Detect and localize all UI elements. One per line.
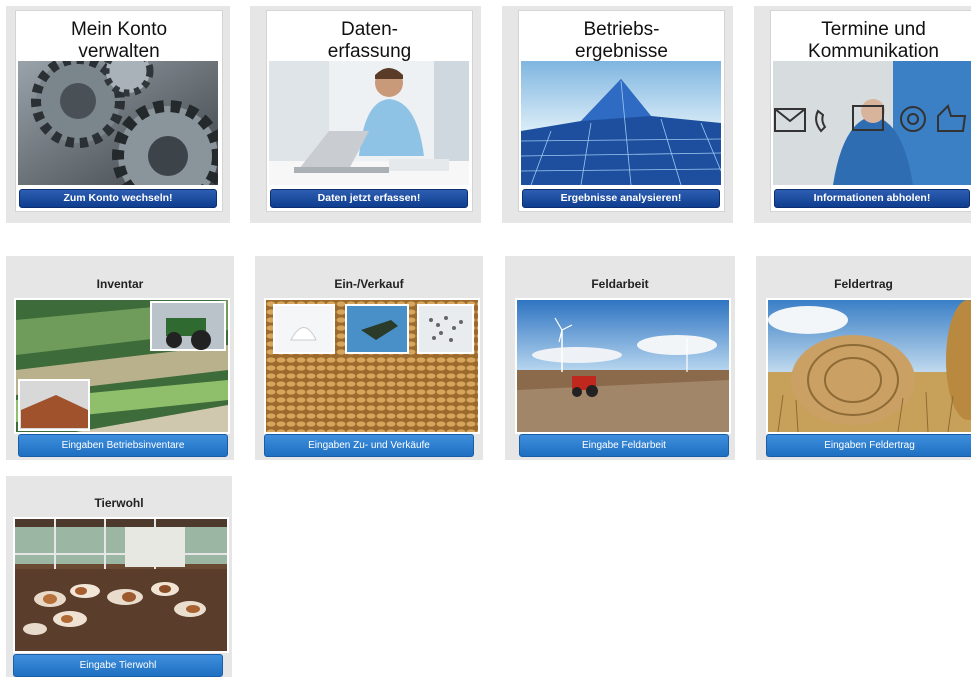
ergebnisse-analysieren-button[interactable]: Ergebnisse analysieren! (522, 189, 720, 208)
tile-betriebsergebnisse: Betriebs- ergebnisse Ergebnisse analysie… (502, 6, 733, 223)
tile-datenerfassung: Daten- erfassung Daten jetzt erfassen! (250, 6, 481, 223)
laptop-man-image (269, 61, 469, 185)
eingaben-betriebsinventare-button[interactable]: Eingaben Betriebsinventare (18, 434, 228, 457)
eingaben-zu-und-verkaeufe-button[interactable]: Eingaben Zu- und Verkäufe (264, 434, 474, 457)
network-mountain-image (521, 61, 721, 185)
tile-termine-kommunikation: Termine und Kommunikation Informationen … (754, 6, 971, 223)
tile-card[interactable]: Termine und Kommunikation Informationen … (770, 10, 971, 212)
eingaben-feldertrag-button[interactable]: Eingaben Feldertrag (766, 434, 971, 457)
gears-image (18, 61, 218, 185)
tile-tierwohl[interactable]: Tierwohl Eingabe Tierwohl (6, 476, 232, 677)
tile-feldarbeit[interactable]: Feldarbeit Eingabe Feldarbeit (505, 256, 735, 460)
tile-card[interactable]: Mein Konto verwalten Zum Konto wechseln! (15, 10, 223, 212)
tile-title: Mein Konto verwalten (70, 19, 168, 62)
tile-ein-verkauf[interactable]: Ein-/Verkauf Eingaben Zu- und Verkäufe (255, 256, 483, 460)
cows-barn-image (13, 517, 229, 653)
farmland-tractor-image (14, 298, 230, 434)
zum-konto-wechseln-button[interactable]: Zum Konto wechseln! (19, 189, 217, 208)
tile-title: Termine und Kommunikation (808, 19, 939, 62)
grain-fuel-image (264, 298, 480, 434)
tile-inventar[interactable]: Inventar Eingaben Betriebsinventare (6, 256, 234, 460)
daten-jetzt-erfassen-button[interactable]: Daten jetzt erfassen! (270, 189, 468, 208)
tile-title: Feldarbeit (591, 277, 649, 291)
tile-title: Feldertrag (834, 277, 893, 291)
tile-title: Tierwohl (94, 496, 144, 510)
tile-mein-konto: Mein Konto verwalten Zum Konto wechseln! (6, 6, 230, 223)
tile-title: Inventar (96, 277, 144, 291)
tile-feldertrag[interactable]: Feldertrag Eingaben Feldertrag (756, 256, 971, 460)
communication-icons-image (773, 61, 971, 185)
tile-card[interactable]: Betriebs- ergebnisse Ergebnisse analysie… (518, 10, 725, 212)
eingabe-feldarbeit-button[interactable]: Eingabe Feldarbeit (519, 434, 729, 457)
tile-title: Ein-/Verkauf (334, 277, 404, 291)
eingabe-tierwohl-button[interactable]: Eingabe Tierwohl (13, 654, 223, 677)
hay-bale-image (766, 298, 971, 434)
informationen-abholen-button[interactable]: Informationen abholen! (774, 189, 970, 208)
tile-card[interactable]: Daten- erfassung Daten jetzt erfassen! (266, 10, 473, 212)
tile-title: Daten- erfassung (327, 19, 412, 62)
tile-title: Betriebs- ergebnisse (575, 19, 668, 62)
field-tractor-image (515, 298, 731, 434)
